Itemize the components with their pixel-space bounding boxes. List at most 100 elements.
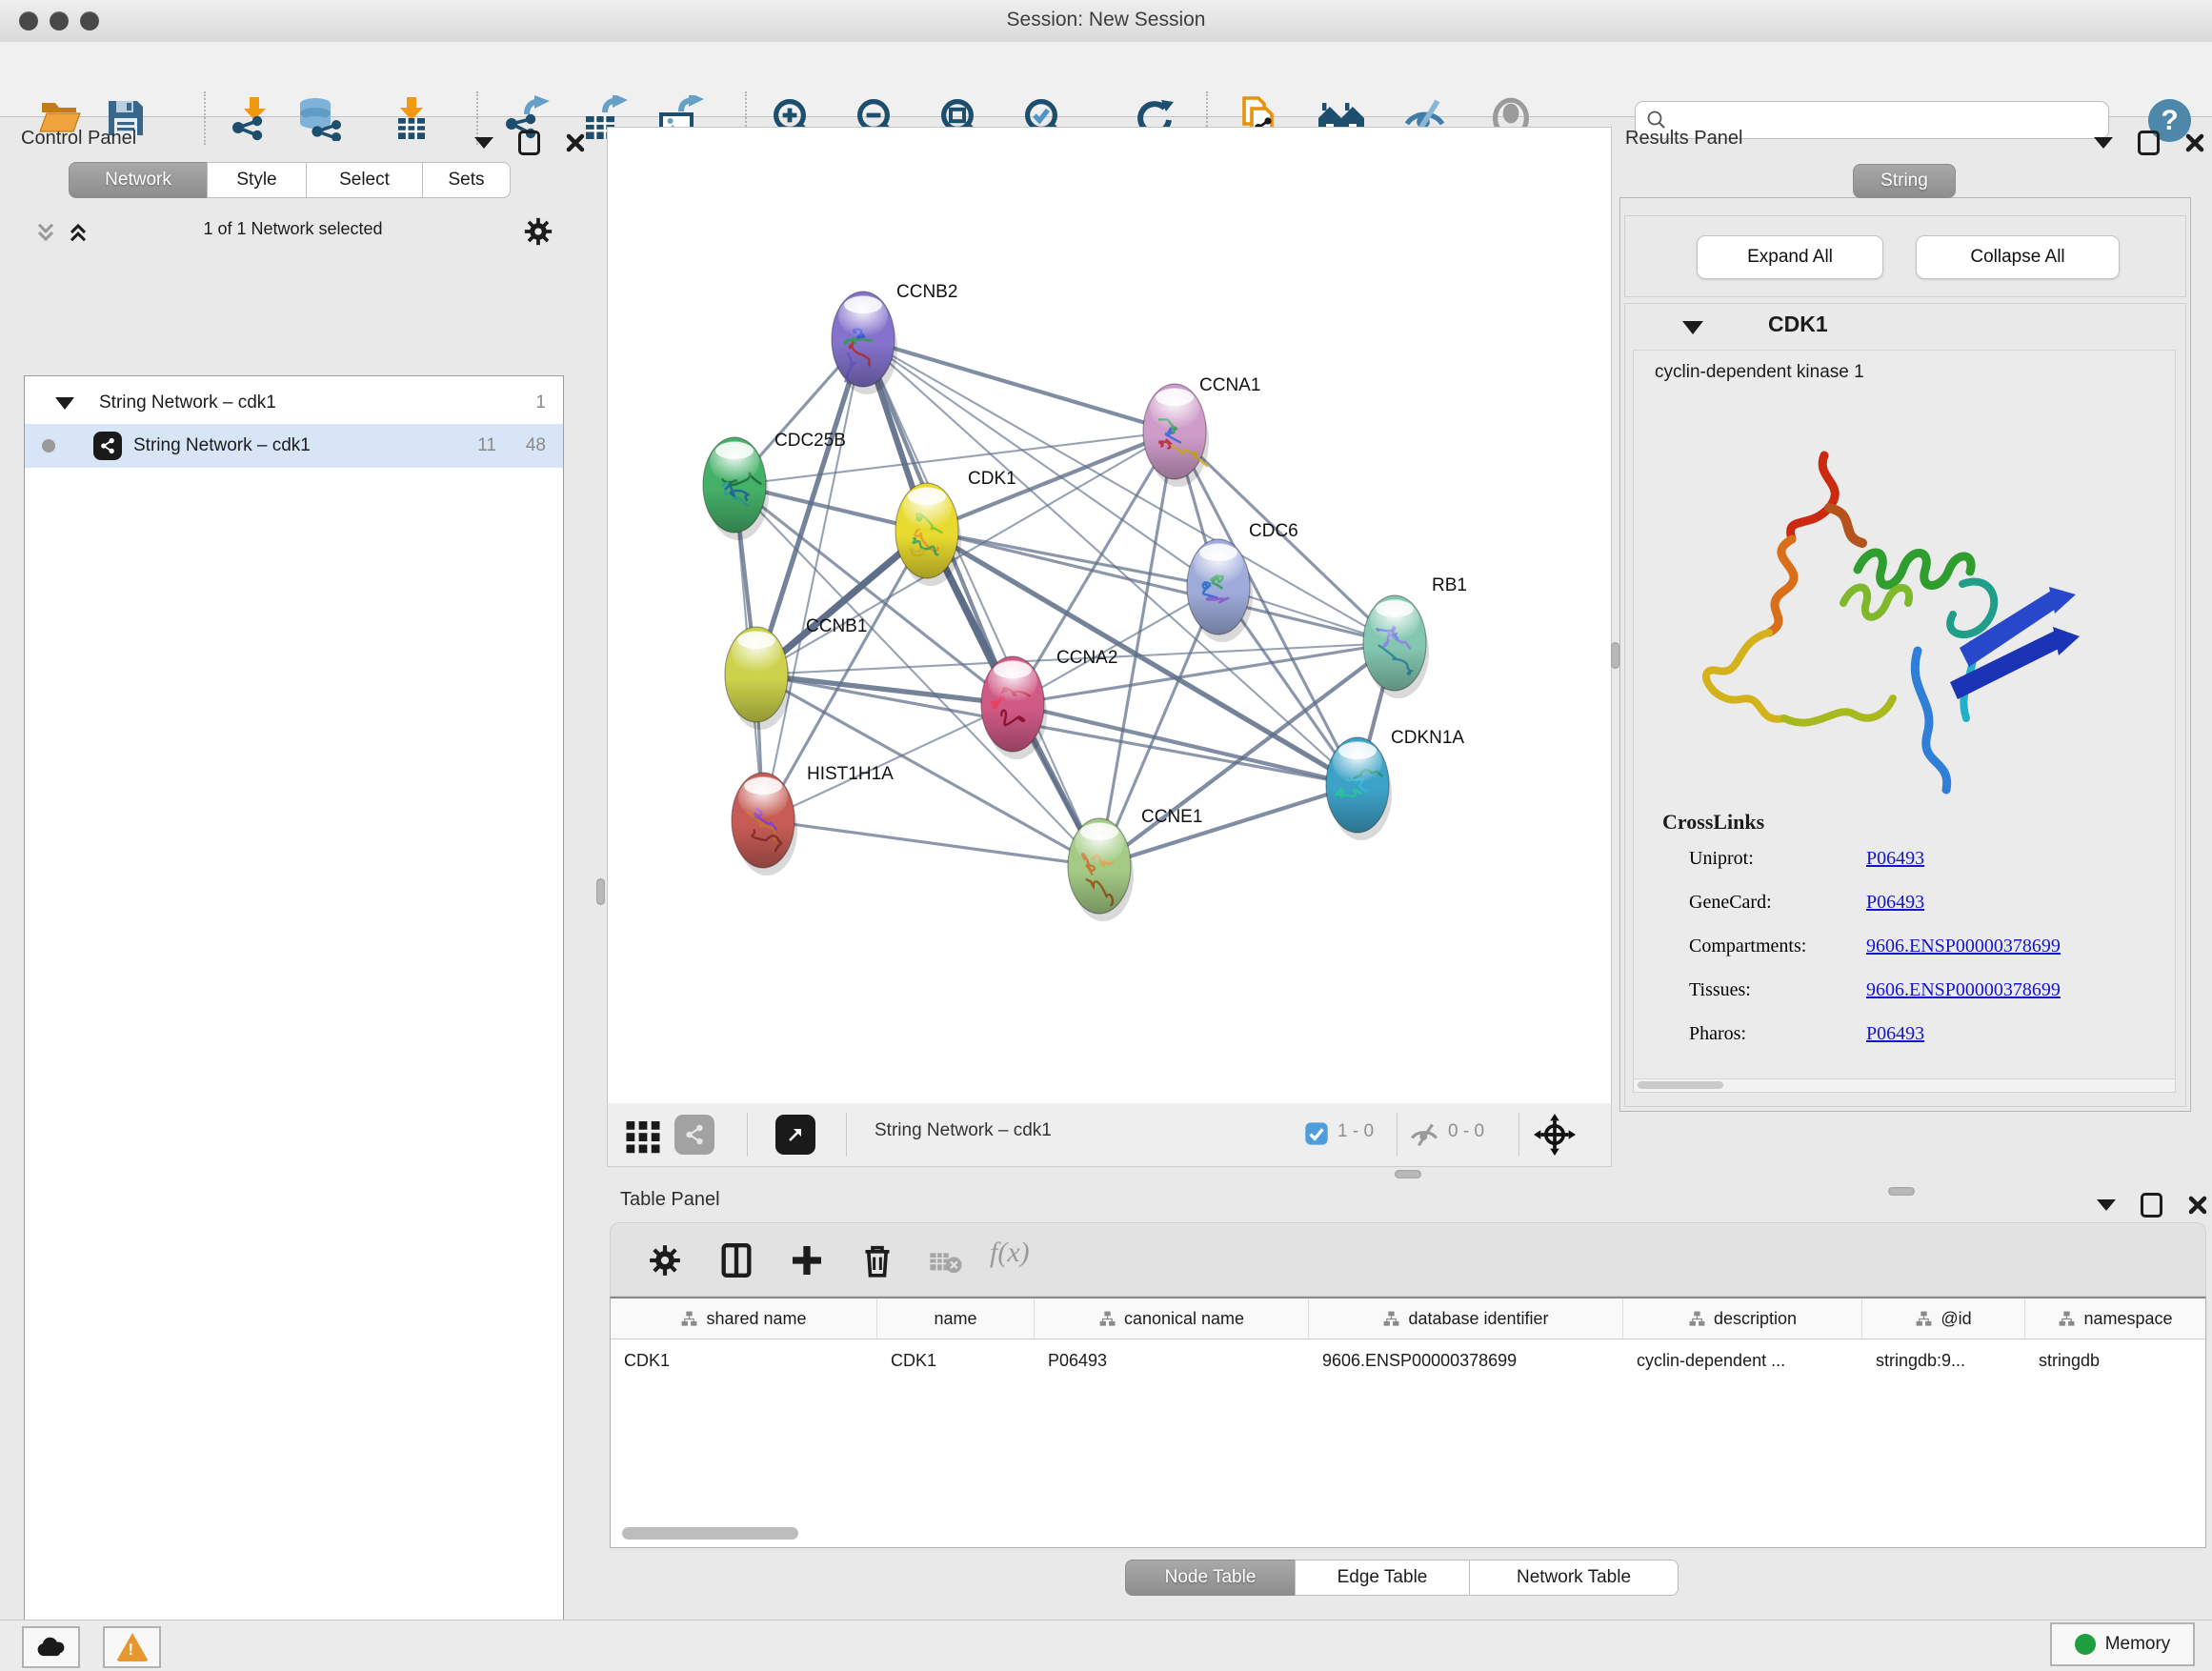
close-panel-icon[interactable] [2184, 132, 2205, 153]
column-type-icon [1915, 1310, 1933, 1328]
crosslink-label: Uniprot: [1689, 848, 1754, 870]
float-panel-icon[interactable] [2094, 137, 2113, 149]
crosslink-label: GeneCard: [1689, 892, 1772, 914]
cloud-status-button[interactable] [22, 1626, 80, 1668]
maximize-panel-icon[interactable] [2141, 1193, 2162, 1218]
edge-CCNB2-CCNA1[interactable] [863, 339, 1175, 432]
network-row[interactable]: String Network – cdk1 11 48 [25, 424, 563, 468]
node-CCNA2[interactable]: CCNA2 [981, 648, 1117, 759]
selected-checkbox-icon[interactable] [1303, 1120, 1330, 1147]
toolbar-divider [1397, 1113, 1398, 1157]
expand-all-button[interactable]: Expand All [1697, 235, 1883, 279]
edge-CDKN1A-CCNE1[interactable] [1099, 785, 1357, 866]
crosslink-compartments-link[interactable]: 9606.ENSP00000378699 [1866, 936, 2061, 957]
warning-status-button[interactable]: ! [103, 1626, 161, 1668]
delete-table-icon[interactable] [929, 1248, 963, 1277]
table-row[interactable]: CDK1 CDK1 P06493 9606.ENSP00000378699 cy… [611, 1339, 2205, 1381]
close-panel-icon[interactable] [565, 132, 586, 153]
hidden-eye-icon[interactable] [1408, 1118, 1440, 1151]
tab-network[interactable]: Network [69, 162, 208, 198]
column-type-icon [2058, 1310, 2076, 1328]
column-type-icon [1382, 1310, 1400, 1328]
cell-canonical-name[interactable]: P06493 [1035, 1339, 1309, 1381]
column-header[interactable]: shared name [611, 1299, 877, 1339]
column-type-icon [1098, 1310, 1116, 1328]
control-panel: Control Panel Network Style Select Sets … [0, 116, 586, 1620]
collapse-all-button[interactable]: Collapse All [1916, 235, 2120, 279]
edge-CCNB2-CCNE1[interactable] [863, 339, 1099, 866]
cell-database-identifier[interactable]: 9606.ENSP00000378699 [1309, 1339, 1623, 1381]
left-splitter-handle[interactable] [596, 878, 605, 905]
tab-sets[interactable]: Sets [422, 162, 511, 198]
tab-edge-table[interactable]: Edge Table [1295, 1560, 1470, 1596]
entry-collapse-icon[interactable] [1682, 321, 1703, 334]
network-collection-row[interactable]: String Network – cdk1 1 [25, 382, 563, 424]
horizontal-scrollbar-thumb[interactable] [1638, 1081, 1723, 1089]
table-settings-gear-icon[interactable] [647, 1242, 683, 1278]
edge-CCNA2-HIST1H1A[interactable] [763, 704, 1013, 820]
crosslink-pharos-link[interactable]: P06493 [1866, 1023, 1924, 1045]
memory-button[interactable]: Memory [2050, 1622, 2195, 1666]
toolbar-divider [747, 1113, 748, 1157]
column-header[interactable]: @id [1862, 1299, 2025, 1339]
close-panel-icon[interactable] [2187, 1195, 2208, 1216]
network-graph[interactable]: CCNB2CCNA1CDC25BCDK1CDC6RB1CCNB1CCNA2CDK… [608, 128, 1611, 1103]
create-column-plus-icon[interactable] [788, 1240, 826, 1280]
crosslink-tissues-link[interactable]: 9606.ENSP00000378699 [1866, 979, 2061, 1001]
node-label-CCNB1: CCNB1 [806, 616, 867, 636]
gear-icon[interactable] [522, 215, 554, 248]
tab-string-results[interactable]: String [1853, 164, 1956, 198]
cell-description[interactable]: cyclin-dependent ... [1623, 1339, 1862, 1381]
memory-label: Memory [2105, 1634, 2171, 1655]
crosslink-genecard-link[interactable]: P06493 [1866, 892, 1924, 914]
node-label-CDKN1A: CDKN1A [1391, 728, 1464, 748]
tab-node-table[interactable]: Node Table [1125, 1560, 1296, 1596]
cloud-icon [35, 1635, 68, 1660]
birds-eye-grid-icon[interactable] [623, 1115, 663, 1155]
horizontal-scrollbar-track[interactable] [1634, 1078, 2175, 1092]
node-CCNA1[interactable]: CCNA1 [1143, 375, 1260, 487]
column-header[interactable]: name [877, 1299, 1035, 1339]
float-panel-icon[interactable] [474, 137, 493, 149]
node-CCNE1[interactable]: CCNE1 [1068, 807, 1202, 921]
bottom-splitter-handle[interactable] [1395, 1170, 1421, 1178]
fit-selected-crosshair-icon[interactable] [1534, 1114, 1576, 1156]
crosslink-label: Pharos: [1689, 1023, 1746, 1045]
network-view-toolbar: String Network – cdk1 1 - 0 0 - 0 [607, 1103, 1612, 1167]
cell-at-id[interactable]: stringdb:9... [1862, 1339, 2025, 1381]
float-panel-icon[interactable] [2097, 1199, 2116, 1211]
edge-CCNB1-CCNA2[interactable] [756, 674, 1013, 704]
column-header[interactable]: namespace [2025, 1299, 2205, 1339]
cell-name[interactable]: CDK1 [877, 1339, 1035, 1381]
node-HIST1H1A[interactable]: HIST1H1A [732, 764, 894, 876]
edge-HIST1H1A-CCNE1[interactable] [763, 820, 1099, 866]
maximize-panel-icon[interactable] [518, 131, 540, 155]
network-edge-count: 48 [526, 435, 546, 456]
function-builder-icon[interactable]: f(x) [990, 1237, 1030, 1269]
column-header[interactable]: description [1623, 1299, 1862, 1339]
cell-shared-name[interactable]: CDK1 [611, 1339, 877, 1381]
show-columns-icon[interactable] [717, 1240, 755, 1280]
column-header[interactable]: canonical name [1035, 1299, 1309, 1339]
detach-view-icon[interactable] [775, 1115, 815, 1155]
delete-column-trash-icon[interactable] [858, 1240, 896, 1280]
cell-namespace[interactable]: stringdb [2025, 1339, 2205, 1381]
tab-network-table[interactable]: Network Table [1469, 1560, 1679, 1596]
maximize-panel-icon[interactable] [2138, 131, 2160, 155]
table-horizontal-scrollbar[interactable] [622, 1527, 798, 1540]
collection-expand-icon[interactable] [55, 397, 74, 410]
crosslink-uniprot-link[interactable]: P06493 [1866, 848, 1924, 870]
table-tabs: Node Table Edge Table Network Table [1126, 1560, 1679, 1596]
node-RB1[interactable]: RB1 [1363, 575, 1467, 698]
node-label-CCNA2: CCNA2 [1056, 648, 1117, 668]
network-canvas[interactable]: CCNB2CCNA1CDC25BCDK1CDC6RB1CCNB1CCNA2CDK… [607, 127, 1612, 1104]
tab-style[interactable]: Style [207, 162, 307, 198]
column-header[interactable]: database identifier [1309, 1299, 1623, 1339]
tab-select[interactable]: Select [306, 162, 423, 198]
node-CCNB2[interactable]: CCNB2 [832, 282, 957, 394]
control-panel-header-controls [474, 131, 586, 155]
string-panel-toggle-icon[interactable] [674, 1115, 714, 1155]
node-CDKN1A[interactable]: CDKN1A [1326, 728, 1464, 840]
edge-CCNB2-HIST1H1A[interactable] [763, 339, 863, 820]
edge-CCNA2-CDKN1A[interactable] [1013, 704, 1357, 785]
